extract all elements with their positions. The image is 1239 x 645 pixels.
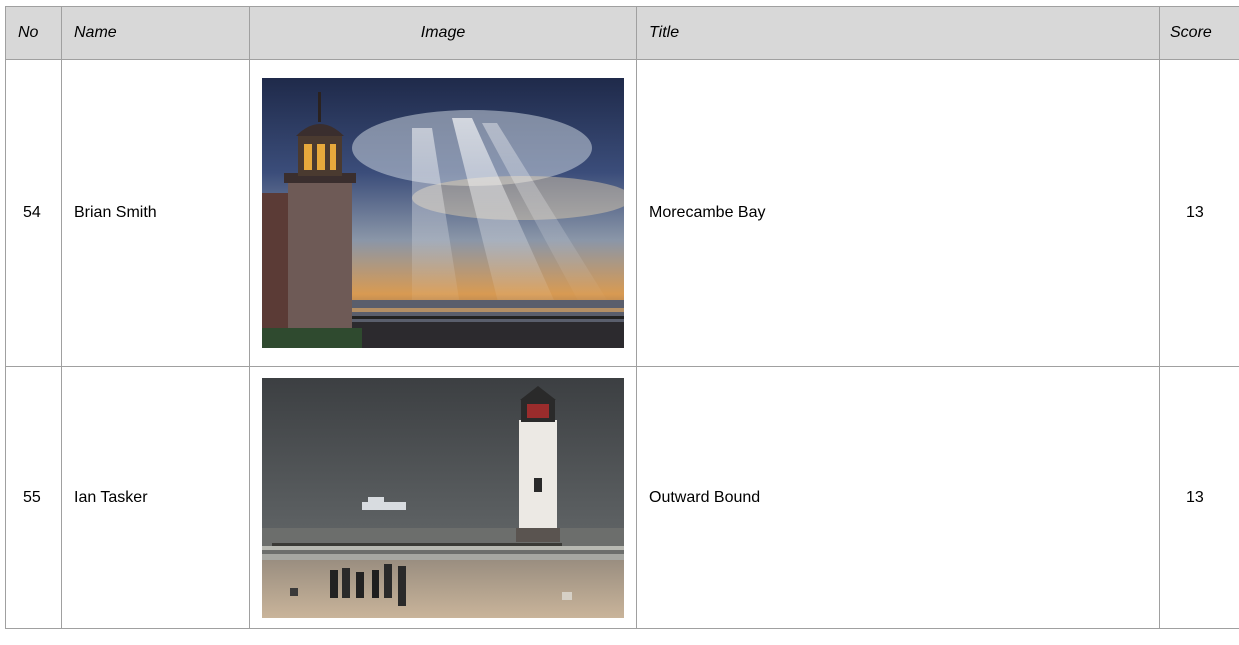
entry-title: Morecambe Bay	[636, 59, 1160, 367]
entry-number: 55	[5, 366, 62, 629]
entry-image-cell	[249, 59, 637, 367]
entrant-name: Ian Tasker	[61, 366, 250, 629]
table-header-row: No Name Image Title Score	[5, 6, 1239, 60]
lighthouse-beach-photo[interactable]	[262, 377, 624, 618]
column-header-name: Name	[61, 6, 250, 60]
entrant-name: Brian Smith	[61, 59, 250, 367]
entry-image-cell	[249, 366, 637, 629]
entry-score: 13	[1159, 59, 1239, 367]
entry-title: Outward Bound	[636, 366, 1160, 629]
entry-number: 54	[5, 59, 62, 367]
column-header-image: Image	[249, 6, 637, 60]
column-header-title: Title	[636, 6, 1160, 60]
results-table: No Name Image Title Score 54 Brian Smith	[5, 6, 1239, 629]
entry-score: 13	[1159, 366, 1239, 629]
results-page: No Name Image Title Score 54 Brian Smith	[0, 0, 1239, 645]
table-row: 55 Ian Tasker Outward Bound 13	[5, 366, 1239, 629]
column-header-no: No	[5, 6, 62, 60]
table-row: 54 Brian Smith Morecambe Bay 13	[5, 59, 1239, 367]
column-header-score: Score	[1159, 6, 1239, 60]
lighthouse-sunset-photo[interactable]	[262, 78, 624, 348]
